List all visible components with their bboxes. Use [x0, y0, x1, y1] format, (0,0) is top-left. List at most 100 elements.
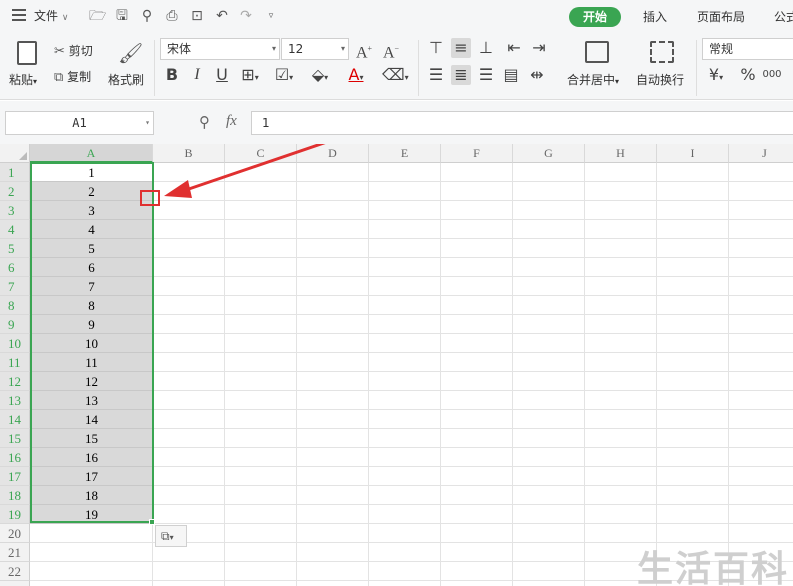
wrap-text-button[interactable]: 自动换行: [636, 39, 688, 91]
customize-toolbar-icon[interactable]: ▿: [263, 8, 279, 24]
column-header-j[interactable]: J: [729, 144, 793, 163]
row-header[interactable]: 7: [0, 277, 30, 296]
copy-label: 复制: [67, 70, 92, 84]
title-menu-bar: 文件 ∨ 🗁 🖫 ⚲ ⎙ ⊡ ↶ ↷ ▿ 开始 插入 页面布局 公式: [0, 0, 793, 34]
ribbon-home: 粘贴▾ ✂ 剪切 ⧉ 复制 🖌 格式刷 宋体 ▾ 12 ▾ A+ A− B I U …: [0, 34, 793, 100]
increase-indent-icon[interactable]: ⇥: [529, 38, 549, 58]
font-color-icon[interactable]: A▾: [346, 65, 366, 85]
row-header[interactable]: 6: [0, 258, 30, 277]
cut-button[interactable]: ✂ 剪切: [54, 42, 93, 59]
column-header-i[interactable]: I: [657, 144, 729, 163]
zoom-function-icon[interactable]: ⚲: [199, 113, 210, 131]
paste-options-button[interactable]: ⧉▾: [155, 525, 187, 547]
row-header[interactable]: 16: [0, 448, 30, 467]
tab-insert[interactable]: 插入: [643, 7, 667, 27]
row-header[interactable]: 21: [0, 543, 30, 562]
save-icon[interactable]: 🖫: [114, 8, 130, 24]
increase-font-size-icon[interactable]: A+: [354, 39, 374, 61]
file-menu-label: 文件: [34, 9, 59, 23]
formula-bar: A1 ▾ ⚲ fx 1: [0, 101, 793, 144]
row-header[interactable]: 19: [0, 505, 30, 524]
clipboard-icon: [17, 41, 37, 65]
print-icon[interactable]: ⎙: [164, 8, 180, 24]
italic-icon[interactable]: I: [187, 65, 207, 85]
format-painter-button[interactable]: 🖌 格式刷: [108, 39, 148, 91]
undo-icon[interactable]: ↶: [214, 8, 230, 24]
dropdown-arrow-icon: ▾: [271, 44, 276, 53]
row-header[interactable]: 13: [0, 391, 30, 410]
watermark: 生活百科: [637, 549, 790, 586]
thousands-separator-icon[interactable]: 000: [762, 65, 782, 85]
copy-button[interactable]: ⧉ 复制: [54, 68, 91, 85]
font-name-select[interactable]: 宋体 ▾: [160, 38, 280, 60]
tab-home[interactable]: 开始: [569, 7, 621, 27]
row-header[interactable]: 20: [0, 524, 30, 543]
fx-icon[interactable]: fx: [226, 113, 237, 130]
tab-page-layout[interactable]: 页面布局: [697, 7, 745, 27]
hamburger-icon[interactable]: [12, 9, 26, 21]
align-top-icon[interactable]: ⊤: [426, 38, 446, 58]
export-pdf-icon[interactable]: ⚲: [139, 8, 155, 24]
row-header[interactable]: 4: [0, 220, 30, 239]
borders-icon[interactable]: ⊞▾: [240, 65, 260, 85]
row-header[interactable]: 3: [0, 201, 30, 220]
row-header[interactable]: 10: [0, 334, 30, 353]
paste-label: 粘贴: [9, 73, 34, 87]
align-right-icon[interactable]: ☰: [476, 65, 496, 85]
align-left-icon[interactable]: ☰: [426, 65, 446, 85]
scissors-icon: ✂: [54, 44, 65, 59]
row-header[interactable]: 22: [0, 562, 30, 581]
justify-icon[interactable]: ▤: [501, 65, 521, 85]
wrap-text-icon: [650, 41, 674, 63]
selection-range-border: [30, 162, 154, 523]
paste-button[interactable]: 粘贴▾: [9, 39, 45, 91]
row-header[interactable]: 9: [0, 315, 30, 334]
row-header[interactable]: 5: [0, 239, 30, 258]
divider: [154, 40, 155, 96]
column-header-f[interactable]: F: [441, 144, 513, 163]
row-header[interactable]: 18: [0, 486, 30, 505]
align-bottom-icon[interactable]: ⊥: [476, 38, 496, 58]
font-size-select[interactable]: 12 ▾: [281, 38, 349, 60]
row-header[interactable]: 1: [0, 163, 30, 182]
align-center-icon[interactable]: ≣: [451, 65, 471, 85]
column-header-h[interactable]: H: [585, 144, 657, 163]
select-all-corner[interactable]: [0, 144, 30, 163]
wrap-text-label: 自动换行: [636, 73, 685, 87]
merge-center-button[interactable]: 合并居中▾: [567, 39, 627, 91]
row-header[interactable]: 12: [0, 372, 30, 391]
decrease-font-size-icon[interactable]: A−: [381, 39, 401, 61]
row-header[interactable]: 23: [0, 581, 30, 586]
redo-icon[interactable]: ↷: [238, 8, 254, 24]
tab-formulas[interactable]: 公式: [774, 7, 793, 27]
row-header[interactable]: 15: [0, 429, 30, 448]
formula-input[interactable]: 1: [251, 111, 793, 135]
underline-icon[interactable]: U: [212, 65, 232, 85]
number-format-select[interactable]: 常规: [702, 38, 793, 60]
open-folder-icon[interactable]: 🗁: [89, 8, 106, 24]
row-header[interactable]: 17: [0, 467, 30, 486]
row-header[interactable]: 2: [0, 182, 30, 201]
cell-style-icon[interactable]: ☑▾: [274, 65, 294, 85]
align-middle-icon[interactable]: ≡: [451, 38, 471, 58]
currency-icon[interactable]: ¥▾: [706, 65, 726, 85]
column-header-a[interactable]: A: [30, 144, 153, 163]
paste-options-icon: ⧉: [161, 529, 170, 543]
name-box[interactable]: A1 ▾: [5, 111, 154, 135]
copy-icon: ⧉: [54, 70, 64, 85]
file-menu[interactable]: 文件 ∨: [34, 6, 68, 26]
row-header[interactable]: 14: [0, 410, 30, 429]
fill-color-icon[interactable]: ⬙▾: [310, 65, 330, 85]
column-header-g[interactable]: G: [513, 144, 585, 163]
chevron-down-icon: ∨: [61, 13, 69, 23]
percent-icon[interactable]: %: [738, 65, 758, 85]
font-name-value: 宋体: [167, 42, 192, 56]
spreadsheet-grid[interactable]: ABCDEFGHIJ 1 2 3 4 5 6 7 8 9 10 11 12 13 14 15 16 17 18 19…: [0, 144, 793, 586]
decrease-indent-icon[interactable]: ⇤: [504, 38, 524, 58]
clear-format-icon[interactable]: ⌫▾: [382, 65, 409, 85]
row-header[interactable]: 8: [0, 296, 30, 315]
distributed-icon[interactable]: ⇹: [527, 65, 547, 85]
print-preview-icon[interactable]: ⊡: [189, 8, 205, 24]
bold-icon[interactable]: B: [162, 65, 182, 85]
row-header[interactable]: 11: [0, 353, 30, 372]
